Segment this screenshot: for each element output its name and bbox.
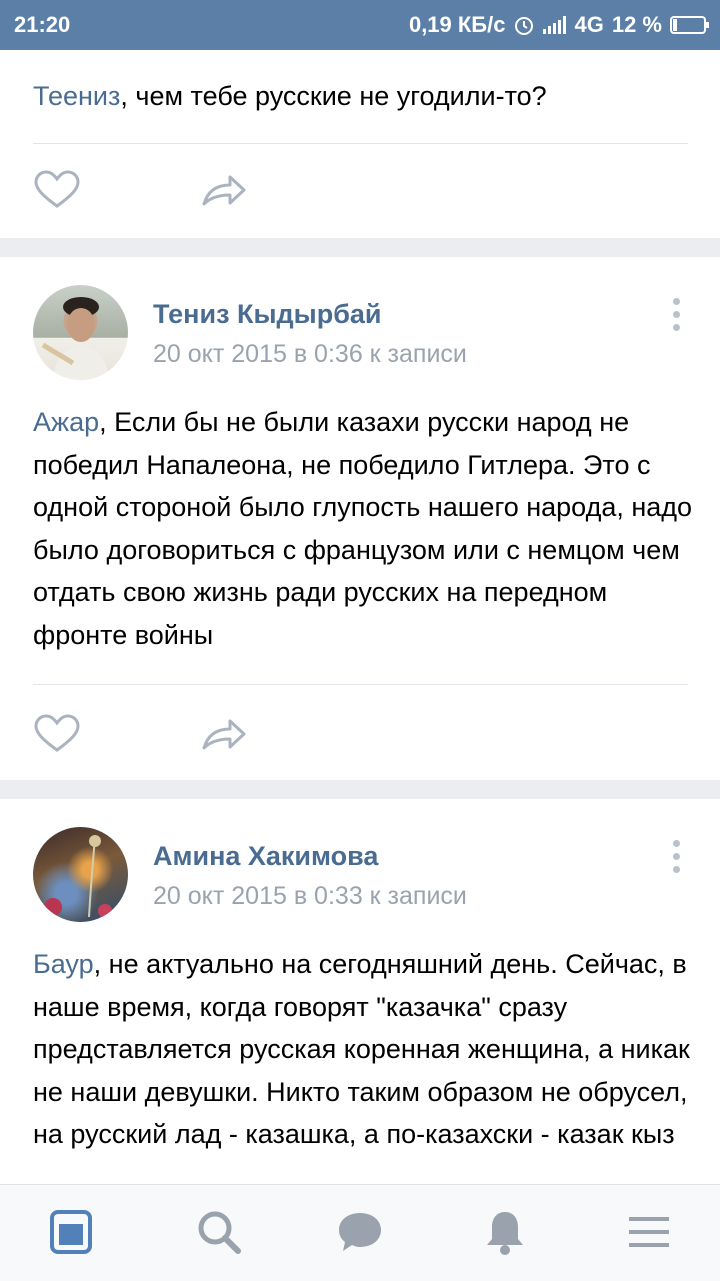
divider xyxy=(33,143,688,144)
more-options-icon[interactable] xyxy=(668,298,684,337)
author-name[interactable]: Амина Хакимова xyxy=(153,841,378,872)
comment-card: Теениз, чем тебе русские не угодили-то? xyxy=(0,50,720,238)
mention-link[interactable]: Ажар xyxy=(33,407,99,437)
comment-card: Тениз Кыдырбай 20 окт 2015 в 0:36 к запи… xyxy=(0,257,720,780)
alarm-icon xyxy=(515,17,534,35)
messages-icon[interactable] xyxy=(335,1207,385,1257)
comment-date: 20 окт 2015 в 0:33 к записи xyxy=(153,882,467,910)
comment-text: Ажар, Если бы не были казахи русски наро… xyxy=(33,407,693,650)
like-icon[interactable] xyxy=(33,170,81,210)
status-time: 21:20 xyxy=(14,12,71,37)
author-name[interactable]: Тениз Кыдырбай xyxy=(153,299,382,330)
avatar-photo xyxy=(41,297,109,380)
menu-icon[interactable] xyxy=(624,1207,674,1257)
news-icon[interactable] xyxy=(46,1207,96,1257)
more-options-icon[interactable] xyxy=(668,840,684,879)
search-icon[interactable] xyxy=(194,1207,244,1257)
bottom-tab-bar xyxy=(0,1184,720,1281)
status-bar: 21:20 0,19 КБ/с 4G 12 % xyxy=(0,0,720,50)
comment-text: Баур, не актуально на сегодняшний день. … xyxy=(33,949,690,1149)
like-icon[interactable] xyxy=(33,714,81,754)
net-speed: 0,19 КБ/с xyxy=(408,12,506,37)
share-icon[interactable] xyxy=(200,714,248,754)
avatar-photo xyxy=(44,835,112,918)
battery-charging-icon xyxy=(670,16,709,34)
comment-card: Амина Хакимова 20 окт 2015 в 0:33 к запи… xyxy=(0,799,720,1184)
mention-link[interactable]: Теениз xyxy=(33,81,120,111)
avatar[interactable] xyxy=(33,827,128,922)
divider xyxy=(33,684,688,685)
battery-percent: 12 % xyxy=(611,12,662,37)
mention-link[interactable]: Баур xyxy=(33,949,94,979)
signal-icon xyxy=(543,16,567,34)
share-icon[interactable] xyxy=(200,170,248,210)
avatar[interactable] xyxy=(33,285,128,380)
notifications-icon[interactable] xyxy=(480,1207,530,1257)
comment-text: Теениз, чем тебе русские не угодили-то? xyxy=(33,81,547,111)
comment-date: 20 окт 2015 в 0:36 к записи xyxy=(153,340,467,368)
network-type: 4G xyxy=(574,12,604,37)
battery-level xyxy=(673,19,677,31)
